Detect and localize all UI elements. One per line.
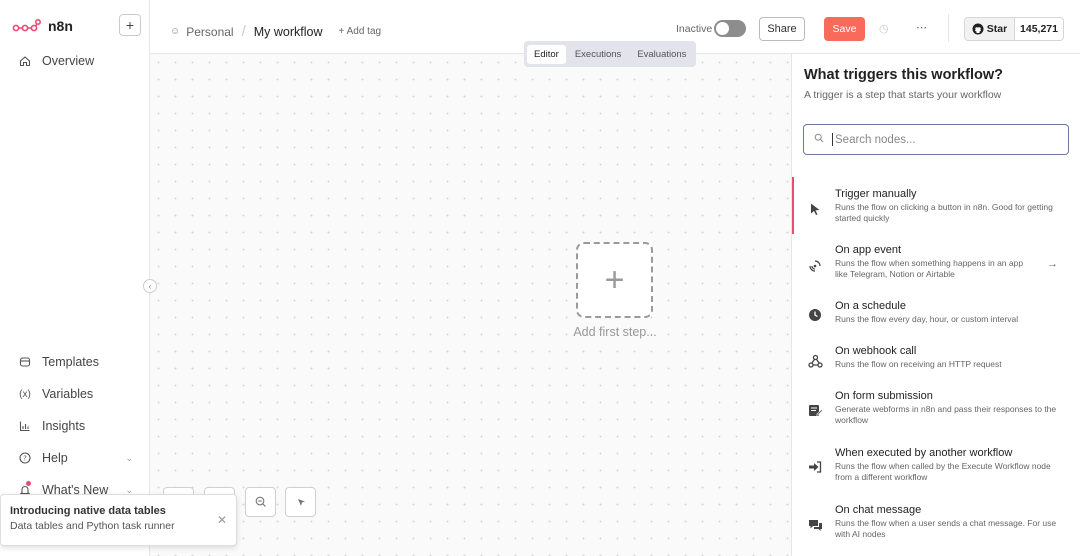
help-icon: ? xyxy=(18,451,32,465)
node-description: Runs the flow when a user sends a chat m… xyxy=(835,518,1057,540)
node-title: On a schedule xyxy=(835,300,906,312)
tab-evaluations[interactable]: Evaluations xyxy=(630,45,693,64)
add-first-step-button[interactable]: + xyxy=(576,242,653,318)
sidebar-item-label: Help xyxy=(42,451,68,465)
project-link[interactable]: Personal xyxy=(186,25,233,39)
zoom-out-icon xyxy=(255,496,266,507)
workflow-canvas[interactable] xyxy=(150,54,791,556)
text-cursor xyxy=(832,133,833,146)
tab-executions[interactable]: Executions xyxy=(568,45,628,64)
sidebar-item-help[interactable]: ? Help ⌄ xyxy=(18,451,133,465)
variables-icon: (x) xyxy=(19,388,31,400)
breadcrumb-separator: / xyxy=(241,23,246,40)
node-description: Runs the flow when called by the Execute… xyxy=(835,461,1051,483)
chevron-down-icon: ⌄ xyxy=(125,452,133,463)
toast-text: Data tables and Python task runner xyxy=(10,520,175,532)
trigger-panel: What triggers this workflow? A trigger i… xyxy=(791,54,1080,556)
sidebar-item-overview[interactable]: Overview xyxy=(18,54,133,68)
satellite-icon xyxy=(806,257,824,275)
sidebar-item-label: Overview xyxy=(42,54,95,68)
node-description: Runs the flow on receiving an HTTP reque… xyxy=(835,359,1002,369)
github-star-label: Star xyxy=(986,23,1008,35)
plus-icon: + xyxy=(604,260,625,299)
node-title: On chat message xyxy=(835,504,922,516)
github-star-button[interactable]: Star 145,271 xyxy=(964,17,1064,41)
add-first-step-label: Add first step... xyxy=(573,325,657,339)
plus-icon: + xyxy=(125,17,135,33)
search-input[interactable]: Search nodes... xyxy=(803,124,1069,155)
active-toggle[interactable] xyxy=(714,20,746,37)
node-description: Generate webforms in n8n and pass their … xyxy=(835,404,1057,426)
webhook-icon xyxy=(806,352,824,370)
node-title: On app event xyxy=(835,244,902,256)
pointer-icon xyxy=(297,499,305,506)
node-title: On form submission xyxy=(835,390,933,402)
cursor-icon xyxy=(806,200,824,218)
notification-toast: Introducing native data tables Data tabl… xyxy=(0,494,237,546)
node-description: Runs the flow every day, hour, or custom… xyxy=(835,314,1019,324)
chat-icon xyxy=(806,516,824,534)
node-item-on-form-submission[interactable]: On form submission Generate webforms in … xyxy=(792,390,1080,440)
github-star-count[interactable]: 145,271 xyxy=(1015,18,1063,40)
node-item-on-webhook-call[interactable]: On webhook call Runs the flow on receivi… xyxy=(792,345,1080,385)
view-tabs: Editor Executions Evaluations xyxy=(524,41,697,67)
create-button[interactable]: + xyxy=(119,14,141,36)
sidebar-item-label: Templates xyxy=(42,355,99,369)
more-options-icon[interactable]: ⋯ xyxy=(916,21,928,34)
history-icon[interactable]: ◷ xyxy=(879,22,889,35)
sidebar: n8n + Overview Templates (x) Variables I… xyxy=(0,0,150,556)
node-title: Trigger manually xyxy=(835,188,917,200)
github-icon xyxy=(972,23,984,35)
node-title: When executed by another workflow xyxy=(835,447,1013,459)
search-placeholder: Search nodes... xyxy=(835,133,916,146)
form-icon xyxy=(806,401,824,419)
node-item-on-chat-message[interactable]: On chat message Runs the flow when a use… xyxy=(792,504,1080,554)
node-item-on-a-schedule[interactable]: On a schedule Runs the flow every day, h… xyxy=(792,300,1080,340)
sidebar-item-label: Insights xyxy=(42,419,86,433)
svg-text:?: ? xyxy=(23,455,27,463)
node-item-executed-by-workflow[interactable]: When executed by another workflow Runs t… xyxy=(792,447,1080,497)
sidebar-item-insights[interactable]: Insights xyxy=(18,419,133,433)
chevron-left-icon: ‹ xyxy=(148,281,152,291)
breadcrumb: ☺ Personal / My workflow + Add tag xyxy=(170,23,381,40)
n8n-logo-icon xyxy=(12,19,41,32)
sign-in-icon xyxy=(806,458,824,476)
node-item-on-app-event[interactable]: On app event Runs the flow when somethin… xyxy=(792,244,1080,294)
panel-subtitle: A trigger is a step that starts your wor… xyxy=(804,89,1002,101)
node-item-trigger-manually[interactable]: Trigger manually Runs the flow on clicki… xyxy=(792,188,1080,238)
search-icon xyxy=(814,133,824,146)
home-icon xyxy=(18,54,32,68)
notification-dot xyxy=(26,481,31,486)
node-description: Runs the flow on clicking a button in n8… xyxy=(835,202,1053,224)
tab-editor[interactable]: Editor xyxy=(527,44,566,64)
templates-icon xyxy=(18,355,32,369)
sidebar-item-templates[interactable]: Templates xyxy=(18,355,133,369)
workflow-name[interactable]: My workflow xyxy=(254,25,323,39)
divider xyxy=(948,14,949,42)
pointer-mode-button[interactable] xyxy=(285,487,316,517)
github-star[interactable]: Star xyxy=(965,18,1015,40)
clock-icon xyxy=(806,306,824,324)
zoom-out-button[interactable] xyxy=(245,487,276,517)
arrow-right-icon: → xyxy=(1047,258,1058,270)
insights-icon xyxy=(18,419,32,433)
app-name: n8n xyxy=(48,18,73,34)
save-button[interactable]: Save xyxy=(824,17,865,41)
status-label: Inactive xyxy=(676,23,713,35)
node-title: On webhook call xyxy=(835,345,917,357)
sidebar-item-variables[interactable]: (x) Variables xyxy=(18,387,133,401)
close-icon[interactable]: ✕ xyxy=(217,513,227,527)
sidebar-item-label: Variables xyxy=(42,387,94,401)
toast-title: Introducing native data tables xyxy=(10,505,166,517)
node-description: Runs the flow when something happens in … xyxy=(835,258,1024,280)
share-button[interactable]: Share xyxy=(759,17,805,41)
collapse-sidebar-button[interactable]: ‹ xyxy=(143,279,157,293)
panel-title: What triggers this workflow? xyxy=(804,67,1003,83)
user-icon: ☺ xyxy=(170,26,181,37)
add-tag-button[interactable]: + Add tag xyxy=(339,26,382,37)
n8n-logo[interactable]: n8n xyxy=(12,18,73,34)
